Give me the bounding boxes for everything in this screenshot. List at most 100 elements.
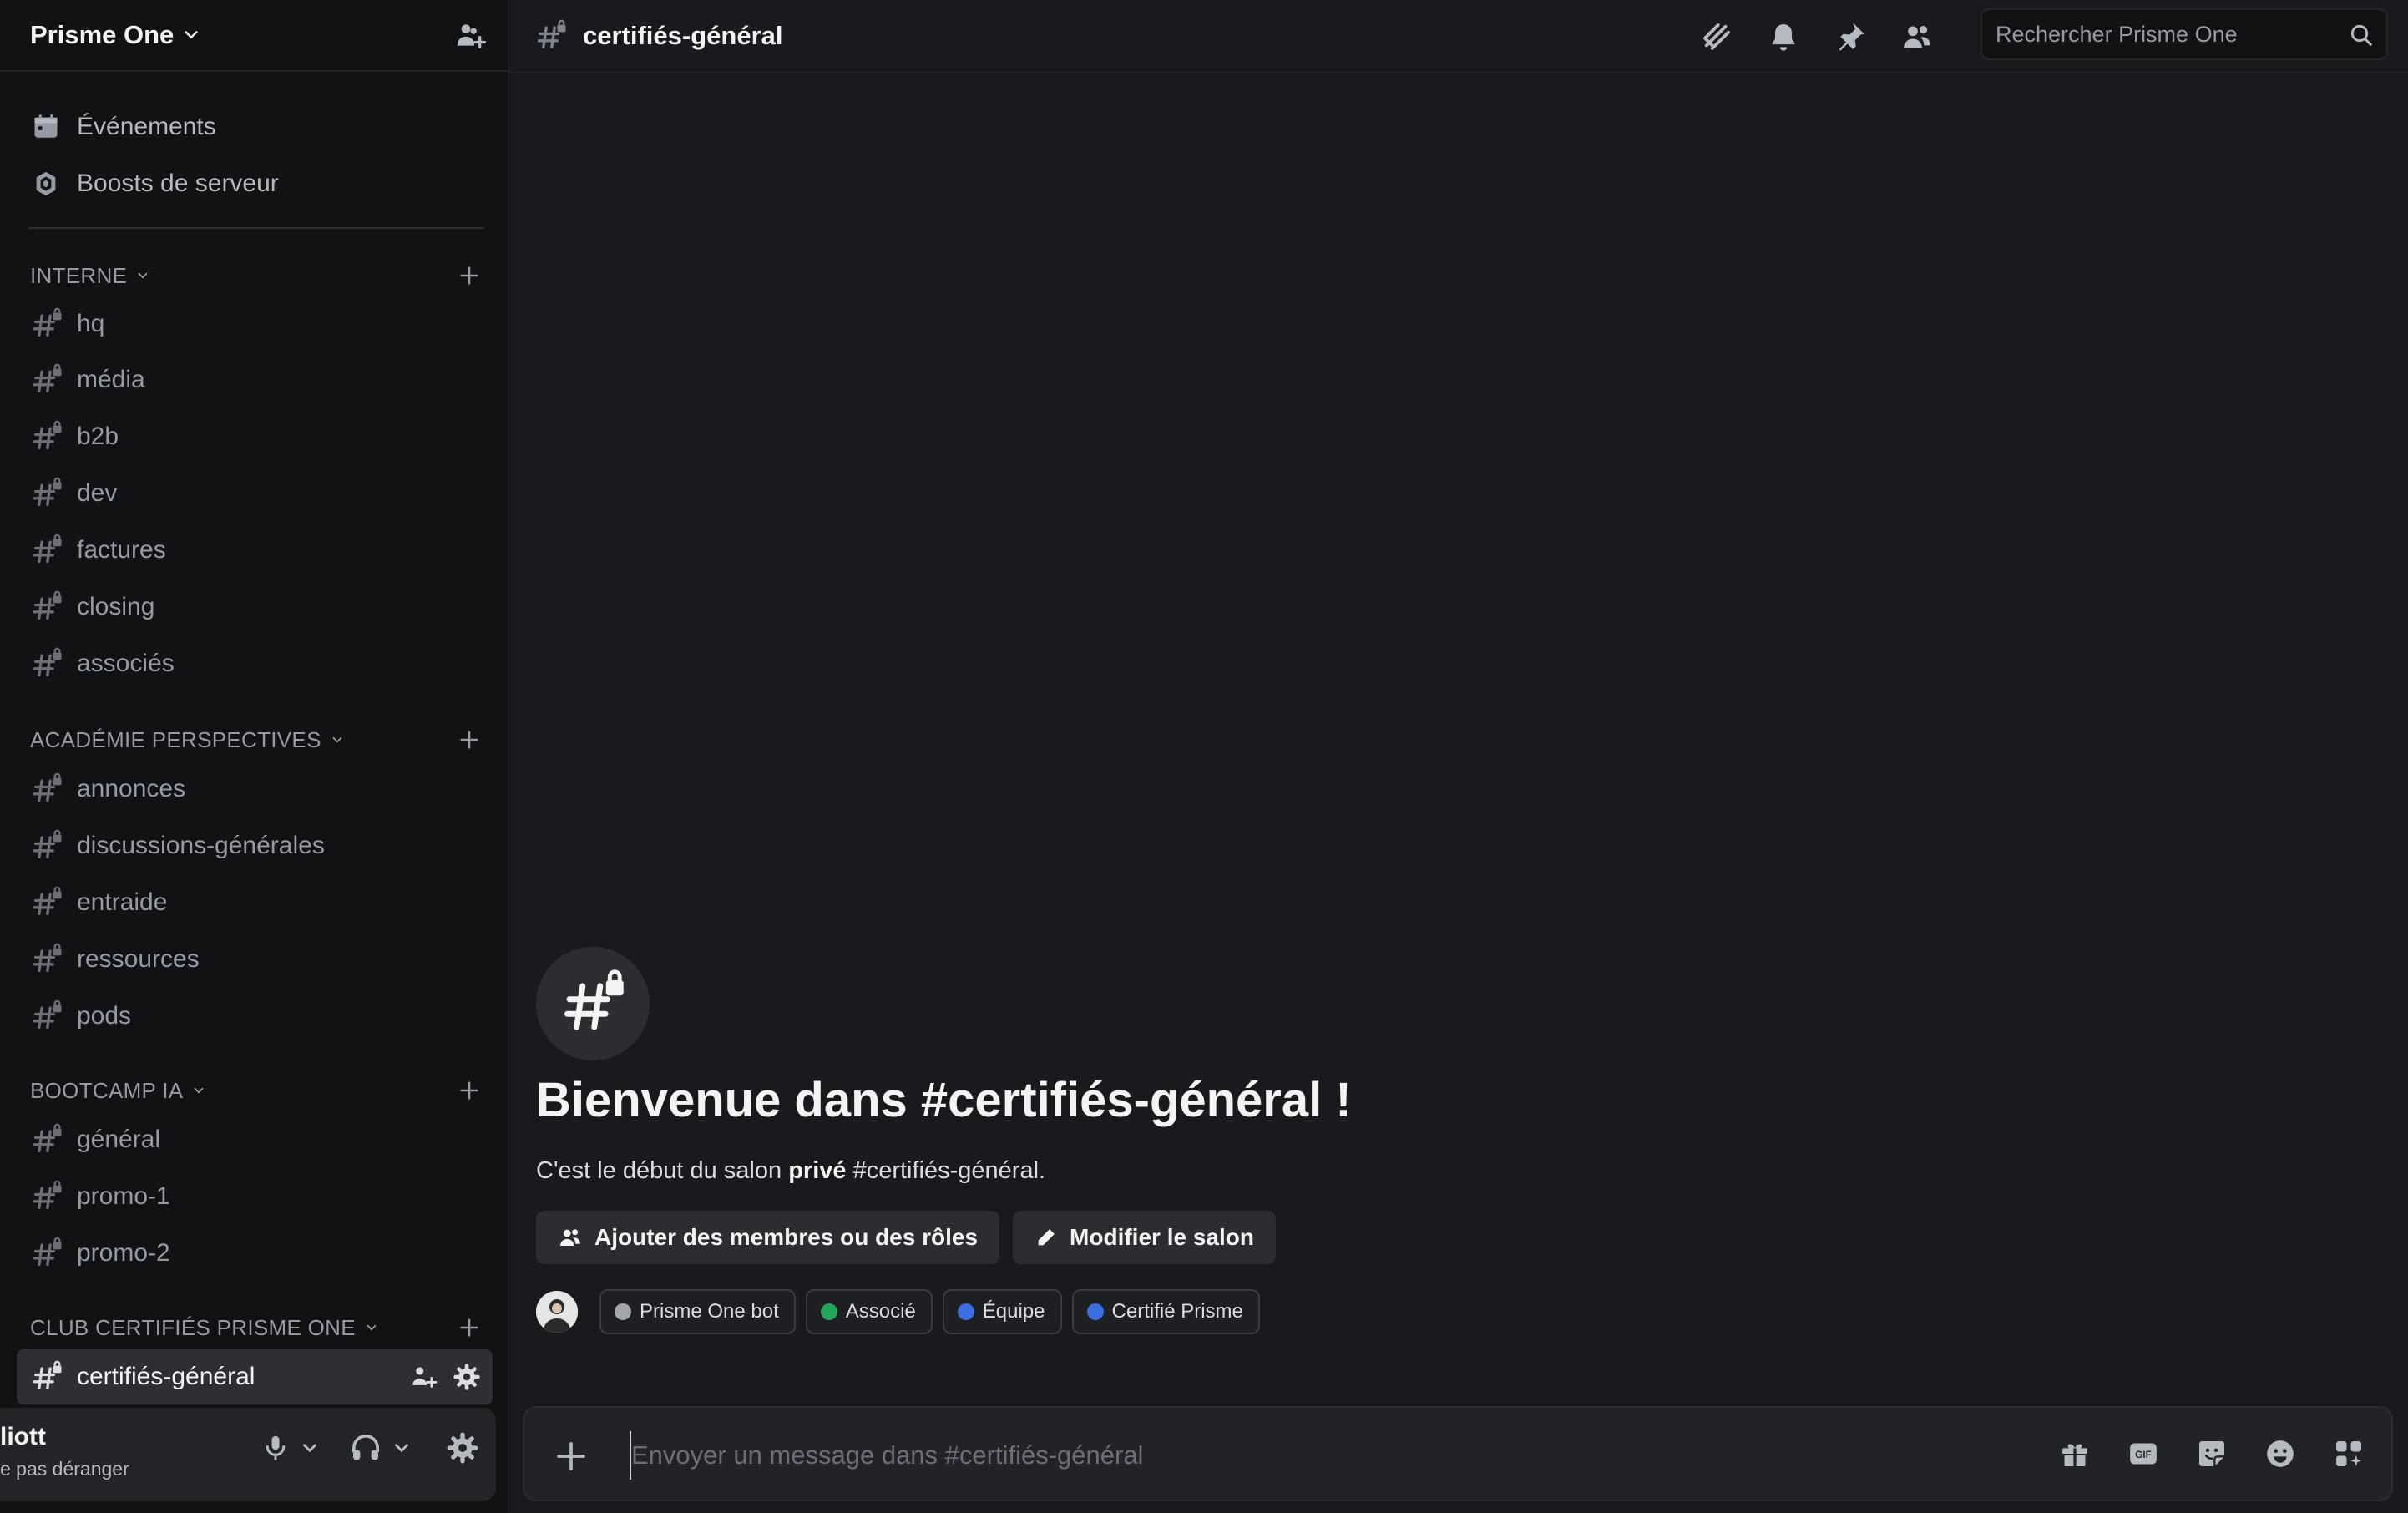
username[interactable]: liott [0,1423,46,1451]
private-channel-icon [33,590,62,620]
channel-entraide[interactable]: entraide [17,875,493,930]
invite-people-button[interactable] [451,17,489,55]
channel-associes[interactable]: associés [17,636,493,691]
role-tag-prisme-one-bot[interactable]: Prisme One bot [599,1289,796,1334]
avatar[interactable] [536,1291,578,1333]
pinned-messages-button[interactable] [1832,18,1869,55]
private-channel-icon [33,534,62,563]
user-panel: liott e pas déranger [0,1408,496,1501]
channel-ressources[interactable]: ressources [17,932,493,987]
channel-media[interactable]: média [17,352,493,407]
channel-name: factures [77,536,166,564]
channel-promo-2[interactable]: promo-2 [17,1226,493,1281]
channel-hq[interactable]: hq [17,296,493,352]
sticker-icon [2199,1441,2224,1466]
role-tag-associe[interactable]: Associé [805,1289,933,1334]
notifications-button[interactable] [1765,18,1802,55]
message-input[interactable] [630,1431,1882,1480]
channel-name: général [77,1126,161,1153]
server-boosts-item[interactable]: Boosts de serveur [17,155,493,212]
server-name[interactable]: Prisme One [30,20,174,50]
events-item[interactable]: Événements [17,99,493,155]
channel-factures[interactable]: factures [17,523,493,578]
threads-button[interactable] [1698,18,1735,55]
sticker-button[interactable] [2194,1436,2229,1471]
chevron-down-icon[interactable] [182,26,200,44]
message-composer: GIF [523,1406,2393,1501]
private-channel-icon [33,420,62,449]
channel-b2b[interactable]: b2b [17,409,493,464]
private-channel-icon [33,1123,62,1152]
user-settings-button[interactable] [446,1431,479,1465]
channel-general[interactable]: général [17,1112,493,1167]
sidebar-divider [28,227,484,229]
channel-certifies-general[interactable]: certifiés-général [17,1349,493,1404]
add-channel-icon[interactable] [458,264,481,287]
add-members-button[interactable]: Ajouter des membres ou des rôles [536,1211,1000,1264]
member-list-button[interactable] [1899,18,1935,55]
role-tag-certifie-prisme[interactable]: Certifié Prisme [1071,1289,1260,1334]
private-channel-icon [33,477,62,506]
bell-icon [1772,24,1795,51]
edit-channel-label: Modifier le salon [1070,1224,1254,1250]
welcome-desc-bold: privé [788,1157,847,1184]
channel-welcome: Bienvenue dans #certifiés-général ! C'es… [536,947,1352,1334]
category-academie-perspectives[interactable]: ACADÉMIE PERSPECTIVES [0,721,509,758]
mute-button[interactable] [261,1431,291,1465]
channel-discussions-generales[interactable]: discussions-générales [17,818,493,873]
mic-options-button[interactable] [299,1437,321,1459]
create-invite-icon[interactable] [409,1363,438,1391]
attach-plus-icon[interactable] [554,1440,588,1473]
channel-annonces[interactable]: annonces [17,762,493,817]
settings-gear-icon[interactable] [453,1363,481,1391]
gift-icon [2062,1444,2087,1466]
role-color-dot [820,1303,837,1320]
add-members-icon [560,1229,580,1246]
edit-channel-button[interactable]: Modifier le salon [1013,1211,1276,1264]
channel-name: associés [77,650,175,677]
category-label: CLUB CERTIFIÉS PRISME ONE [30,1314,356,1340]
gift-button[interactable] [2057,1436,2092,1471]
private-channel-icon [33,829,62,858]
welcome-title: Bienvenue dans #certifiés-général ! [536,1073,1352,1127]
welcome-description: C'est le début du salon privé #certifiés… [536,1157,1705,1185]
category-club-certifies[interactable]: CLUB CERTIFIÉS PRISME ONE [0,1309,509,1346]
category-interne[interactable]: INTERNE [0,257,509,294]
emoji-button[interactable] [2263,1436,2298,1471]
apps-button[interactable] [2331,1436,2366,1471]
microphone-icon [266,1435,286,1460]
channel-dev[interactable]: dev [17,466,493,521]
add-person-icon [458,24,487,48]
channel-name: certifiés-général [77,1363,255,1390]
add-channel-icon[interactable] [458,1079,481,1102]
channel-promo-1[interactable]: promo-1 [17,1169,493,1224]
add-channel-icon[interactable] [458,1316,481,1339]
channel-header: certifiés-général [509,0,2408,73]
gif-button[interactable]: GIF [2126,1436,2161,1471]
server-boosts-label: Boosts de serveur [77,170,279,197]
role-color-dot [615,1303,631,1320]
user-status: e pas déranger [0,1458,129,1480]
top-items: Événements Boosts de serveur [17,99,493,212]
private-channel-icon [33,307,62,337]
deafen-button[interactable] [349,1431,382,1465]
chevron-down-icon [303,1444,316,1453]
role-name: Équipe [982,1300,1045,1323]
search-input[interactable] [1996,21,2330,48]
audio-options-button[interactable] [391,1437,412,1459]
role-color-dot [1086,1303,1104,1320]
channel-name: ressources [77,945,200,973]
role-name: Certifié Prisme [1111,1300,1243,1323]
channel-pods[interactable]: pods [17,989,493,1044]
channel-closing[interactable]: closing [17,579,493,635]
search-box[interactable] [1981,8,2388,60]
private-channel-icon [33,363,62,392]
channel-name: pods [77,1002,132,1030]
channel-access-list: Prisme One bot Associé Équipe Certifié P… [536,1289,1260,1334]
category-bootcamp-ia[interactable]: BOOTCAMP IA [0,1072,509,1109]
server-header[interactable]: Prisme One [0,0,509,72]
add-channel-icon[interactable] [458,728,481,751]
role-tag-equipe[interactable]: Équipe [942,1289,1062,1334]
private-channel-icon [33,1360,62,1389]
channel-welcome-icon [536,947,650,1060]
